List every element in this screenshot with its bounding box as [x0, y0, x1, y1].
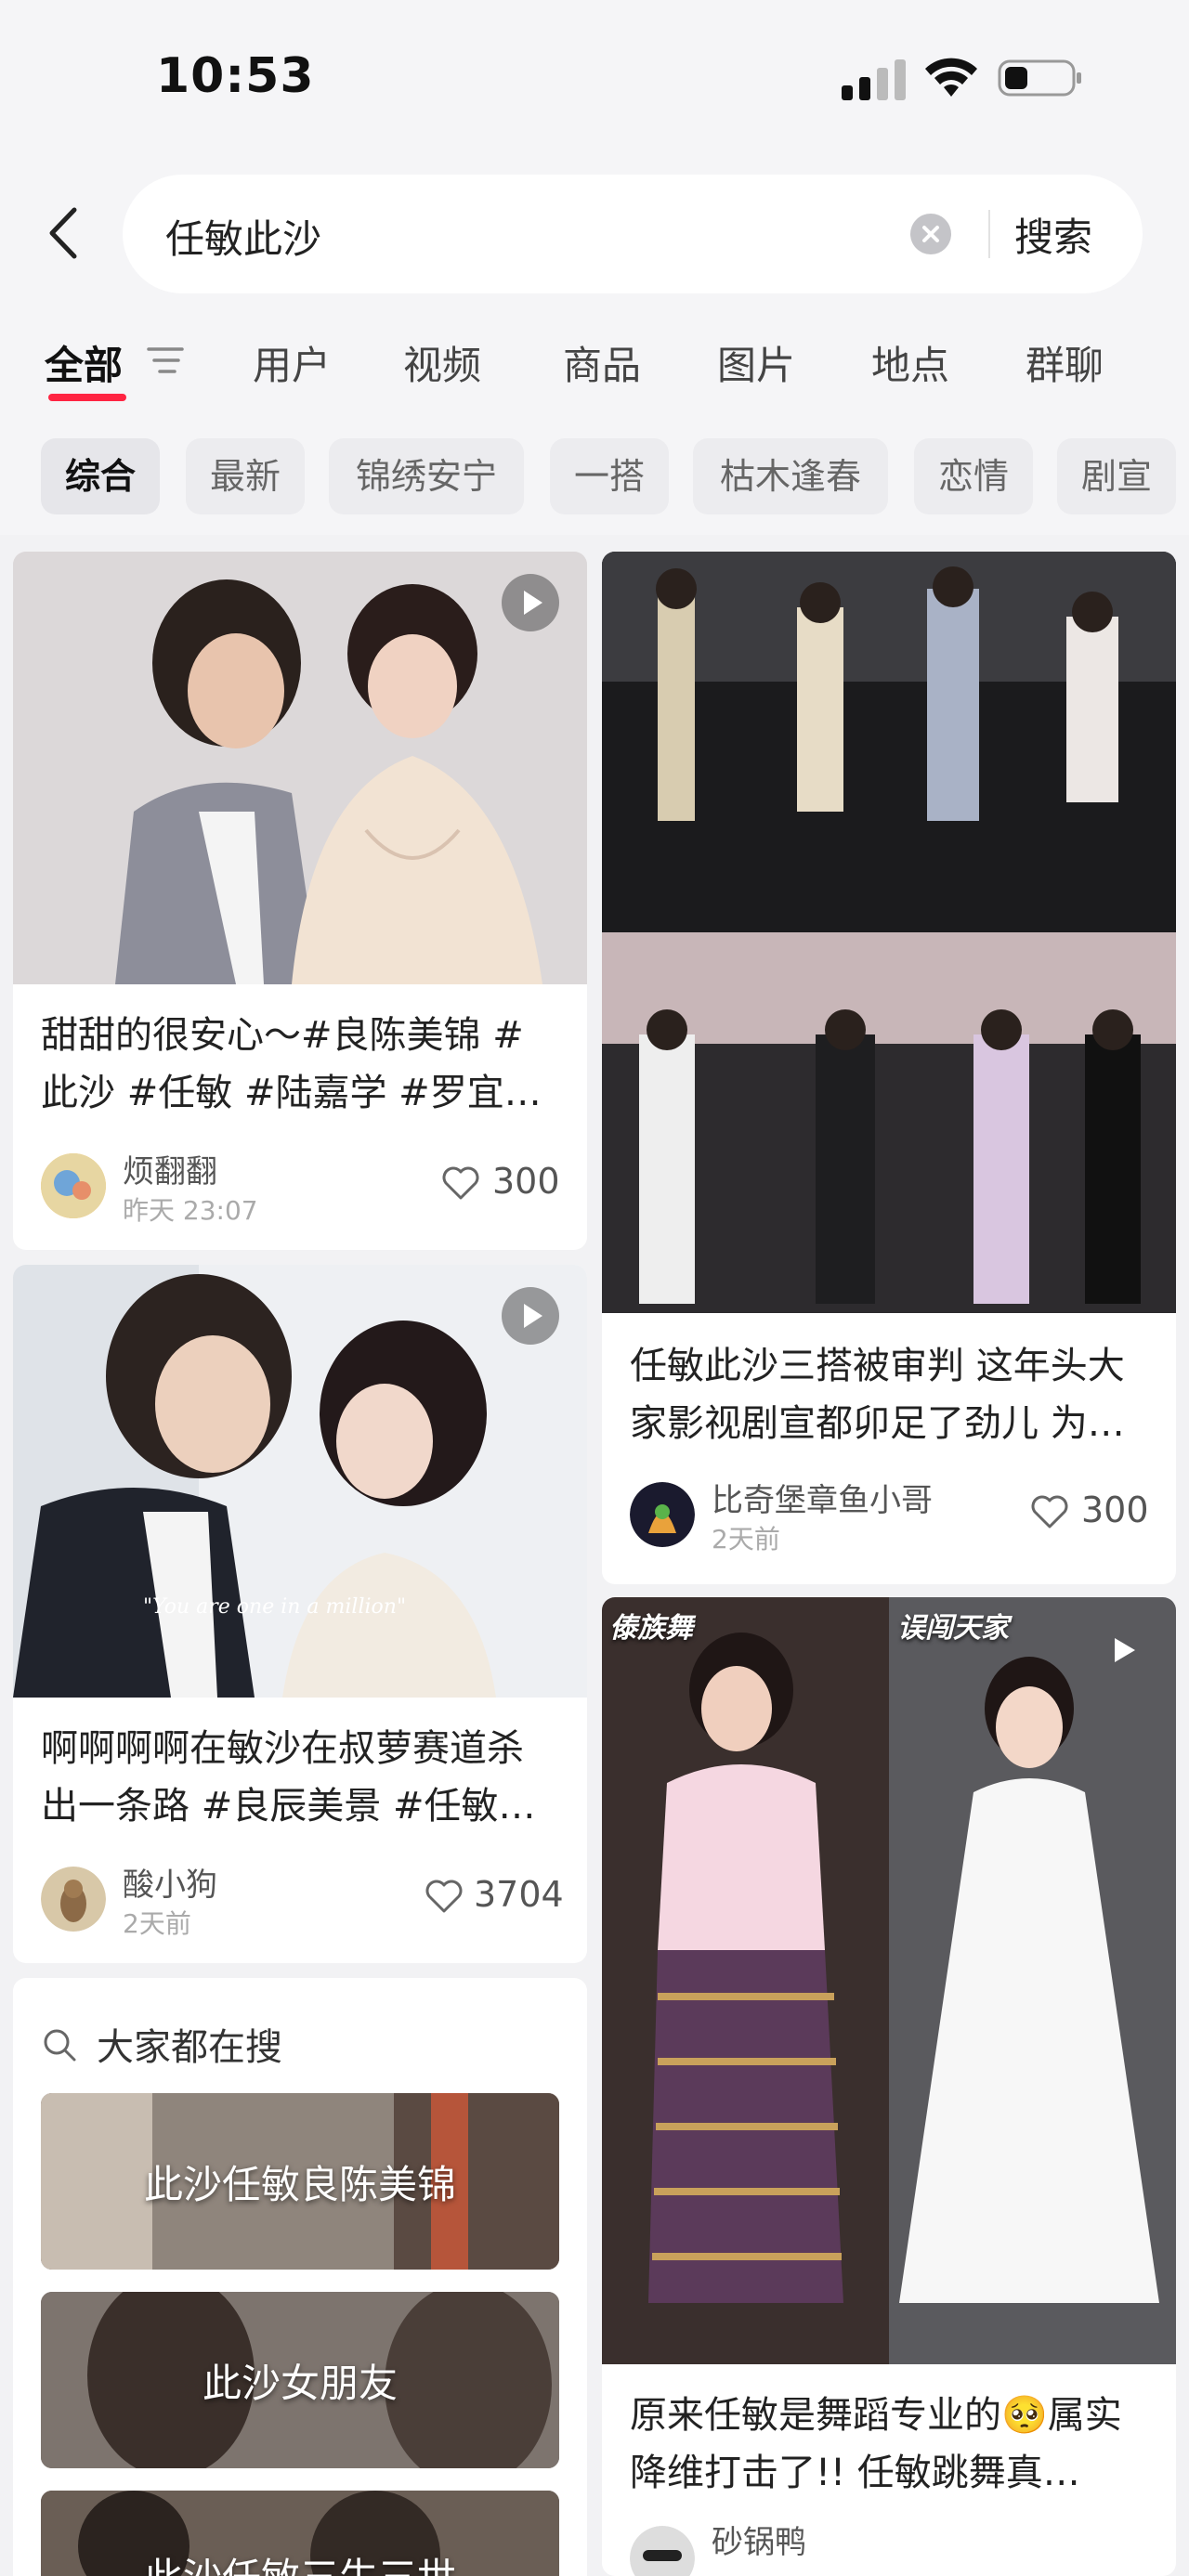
popular-search-label: 此沙任敏良陈美锦	[143, 2161, 456, 2207]
like-count: 300	[492, 1161, 560, 1202]
popular-search-item[interactable]: 此沙任敏良陈美锦	[41, 2093, 559, 2270]
chip-jinxiu-anning[interactable]: 锦绣安宁	[329, 438, 524, 514]
tab-products[interactable]: 商品	[563, 334, 641, 391]
post-time: 2天前	[123, 1908, 191, 1939]
status-time: 10:53	[156, 48, 315, 104]
note-card[interactable]: 傣族舞 误闯天家 原来任敏是舞蹈专业的🥺属实 降维打击了!! 任敏跳舞真… 砂锅…	[602, 1597, 1176, 2576]
active-tab-indicator	[48, 394, 126, 401]
card-title-line-1: 任敏此沙三搭被审判 这年头大	[630, 1345, 1125, 1387]
author-name[interactable]: 酸小狗	[123, 1859, 217, 1905]
note-card[interactable]: 任敏此沙三搭被审判 这年头大 家影视剧宣都卯足了劲儿 为… 比奇堡章鱼小哥 2天…	[602, 552, 1176, 1584]
card-title-line-2: 降维打击了!! 任敏跳舞真…	[630, 2452, 1080, 2494]
avatar[interactable]	[41, 1867, 106, 1932]
avatar[interactable]	[630, 2526, 695, 2576]
back-icon[interactable]	[41, 201, 87, 266]
avatar[interactable]	[41, 1153, 106, 1218]
popular-search-label: 此沙任敏三生三世	[41, 2491, 559, 2576]
image-label: 傣族舞	[609, 1612, 693, 1645]
post-time: 2天前	[712, 1524, 780, 1555]
like-count: 300	[1081, 1490, 1149, 1530]
popular-search-item[interactable]: 此沙女朋友	[41, 2292, 559, 2468]
avatar[interactable]	[630, 1482, 695, 1547]
popular-searches-card: 大家都在搜 此沙任敏良陈美锦 此沙女朋友 此沙任敏三生三世	[13, 1978, 587, 2576]
author-name[interactable]: 砂锅鸭	[712, 2517, 806, 2562]
author-name[interactable]: 烦翻翻	[123, 1146, 217, 1191]
popular-searches-title: 大家都在搜	[97, 2026, 282, 2069]
tab-all[interactable]: 全部	[45, 334, 123, 391]
like-icon[interactable]	[1029, 1493, 1070, 1530]
like-count: 3704	[474, 1874, 564, 1915]
chip-kumu-fengchun[interactable]: 枯木逢春	[693, 438, 888, 514]
chip-romance[interactable]: 恋情	[914, 438, 1033, 514]
search-input[interactable]: 任敏此沙 搜索	[123, 175, 1143, 293]
clear-icon[interactable]	[910, 214, 951, 254]
note-card[interactable]: 甜甜的很安心～#良陈美锦 # 此沙 #任敏 #陆嘉学 #罗宜… 烦翻翻 昨天 2…	[13, 552, 587, 1250]
video-play-icon	[502, 1287, 559, 1345]
card-title-line-2: 家影视剧宣都卯足了劲儿 为…	[630, 1402, 1125, 1445]
like-icon[interactable]	[424, 1878, 464, 1915]
status-bar: 10:53	[0, 0, 1189, 163]
search-icon	[44, 2029, 76, 2062]
search-row: 任敏此沙 搜索	[0, 163, 1189, 305]
image-label: 误闯天家	[897, 1612, 1009, 1645]
popular-search-label: 此沙女朋友	[202, 2360, 398, 2406]
video-play-icon	[1115, 1638, 1135, 1662]
wifi-icon	[925, 58, 977, 97]
video-play-icon	[502, 574, 559, 631]
filter-chips: 综合 最新 锦绣安宁 一搭 枯木逢春 恋情 剧宣	[0, 435, 1189, 520]
cover-image	[13, 552, 587, 984]
author-name[interactable]: 比奇堡章鱼小哥	[712, 1475, 933, 1520]
cover-image	[602, 1597, 1176, 2364]
search-query[interactable]: 任敏此沙	[165, 208, 321, 265]
cover-image	[602, 552, 1176, 1313]
search-button[interactable]: 搜索	[1014, 206, 1092, 263]
tab-users[interactable]: 用户	[253, 334, 331, 391]
tab-group-chats[interactable]: 群聊	[1026, 334, 1104, 391]
chip-comprehensive[interactable]: 综合	[41, 438, 160, 514]
divider	[988, 210, 990, 258]
filter-icon[interactable]	[145, 344, 186, 377]
popular-search-item[interactable]: 此沙任敏三生三世	[41, 2491, 559, 2576]
cellular-signal-icon	[842, 59, 906, 100]
note-card[interactable]: "You are one in a million" 啊啊啊啊在敏沙在叔萝赛道杀…	[13, 1265, 587, 1963]
tab-images[interactable]: 图片	[717, 334, 795, 391]
chip-drama-promo[interactable]: 剧宣	[1057, 438, 1176, 514]
tab-videos[interactable]: 视频	[403, 334, 481, 391]
like-icon[interactable]	[440, 1164, 481, 1202]
card-title-line-1: 甜甜的很安心～#良陈美锦 #	[41, 1014, 524, 1057]
image-quote-text: "You are one in a million"	[143, 1595, 407, 1619]
chip-yida[interactable]: 一搭	[550, 438, 669, 514]
chip-latest[interactable]: 最新	[186, 438, 305, 514]
card-title-line-2: 出一条路 #良辰美景 #任敏…	[41, 1785, 536, 1828]
cover-image	[13, 1265, 587, 1698]
battery-icon	[998, 59, 1081, 97]
card-title-line-1: 啊啊啊啊在敏沙在叔萝赛道杀	[41, 1727, 524, 1770]
card-title-line-1: 原来任敏是舞蹈专业的🥺属实	[630, 2394, 1122, 2437]
post-time: 昨天 23:07	[123, 1195, 258, 1226]
category-tabs: 全部 用户 视频 商品 图片 地点 群聊	[0, 316, 1189, 409]
card-title-line-2: 此沙 #任敏 #陆嘉学 #罗宜…	[41, 1072, 542, 1114]
tab-locations[interactable]: 地点	[871, 334, 949, 391]
